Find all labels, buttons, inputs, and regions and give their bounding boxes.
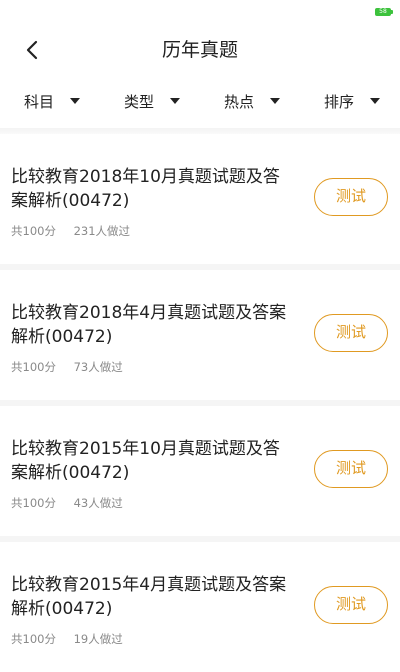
exam-participants: 231人做过 bbox=[73, 224, 131, 238]
exam-score: 共100分 bbox=[11, 224, 56, 238]
test-button[interactable]: 测试 bbox=[314, 178, 388, 216]
list-item[interactable]: 比较教育2015年4月真题试题及答案解析(00472) 共100分 19人做过 … bbox=[0, 542, 400, 672]
exam-title: 比较教育2018年4月真题试题及答案解析(00472) bbox=[11, 303, 287, 347]
exam-title: 比较教育2018年10月真题试题及答案解析(00472) bbox=[11, 167, 280, 211]
exam-score: 共100分 bbox=[11, 360, 56, 374]
list-item[interactable]: 比较教育2015年10月真题试题及答案解析(00472) 共100分 43人做过… bbox=[0, 406, 400, 542]
test-button[interactable]: 测试 bbox=[314, 450, 388, 488]
exam-meta: 共100分 73人做过 bbox=[11, 359, 137, 375]
page-title: 历年真题 bbox=[161, 39, 238, 61]
caret-down-icon bbox=[170, 98, 181, 104]
test-button[interactable]: 测试 bbox=[314, 314, 388, 352]
exam-meta: 共100分 43人做过 bbox=[11, 495, 137, 511]
filter-sort[interactable]: 排序 bbox=[300, 74, 400, 128]
exam-score: 共100分 bbox=[11, 496, 56, 510]
exam-meta: 共100分 231人做过 bbox=[11, 223, 144, 239]
filter-label: 热点 bbox=[224, 92, 255, 111]
exam-participants: 19人做过 bbox=[73, 632, 123, 646]
battery-icon: 58 bbox=[375, 8, 393, 16]
caret-down-icon bbox=[70, 98, 81, 104]
filter-subject[interactable]: 科目 bbox=[0, 74, 100, 128]
exam-title: 比较教育2015年4月真题试题及答案解析(00472) bbox=[11, 575, 287, 619]
filter-label: 类型 bbox=[124, 92, 155, 111]
exam-meta: 共100分 19人做过 bbox=[11, 631, 137, 647]
caret-down-icon bbox=[270, 98, 281, 104]
list-item[interactable]: 比较教育2018年10月真题试题及答案解析(00472) 共100分 231人做… bbox=[0, 134, 400, 270]
chevron-left-icon bbox=[26, 40, 38, 60]
filter-hot[interactable]: 热点 bbox=[200, 74, 300, 128]
caret-down-icon bbox=[370, 98, 381, 104]
status-bar: 58 bbox=[0, 0, 400, 26]
exam-participants: 73人做过 bbox=[73, 360, 123, 374]
back-button[interactable] bbox=[18, 36, 46, 64]
exam-participants: 43人做过 bbox=[73, 496, 123, 510]
exam-title: 比较教育2015年10月真题试题及答案解析(00472) bbox=[11, 439, 280, 483]
header: 历年真题 bbox=[0, 26, 400, 74]
filter-label: 科目 bbox=[24, 92, 55, 111]
test-button[interactable]: 测试 bbox=[314, 586, 388, 624]
filter-label: 排序 bbox=[324, 92, 355, 111]
exam-list: 比较教育2018年10月真题试题及答案解析(00472) 共100分 231人做… bbox=[0, 134, 400, 672]
exam-score: 共100分 bbox=[11, 632, 56, 646]
filter-type[interactable]: 类型 bbox=[100, 74, 200, 128]
filter-bar: 科目 类型 热点 排序 bbox=[0, 74, 400, 128]
list-item[interactable]: 比较教育2018年4月真题试题及答案解析(00472) 共100分 73人做过 … bbox=[0, 270, 400, 406]
